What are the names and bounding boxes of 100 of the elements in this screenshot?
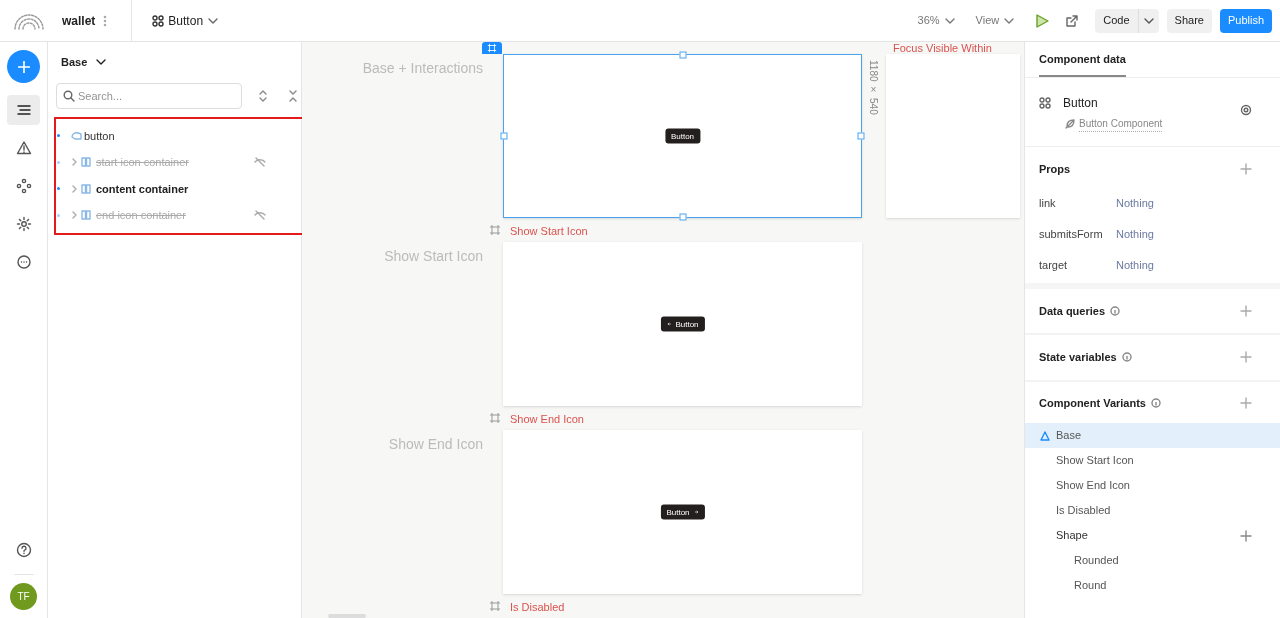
- collapse-icon[interactable]: [288, 89, 298, 102]
- prop-name: link: [1039, 195, 1057, 211]
- artboard[interactable]: Button: [503, 242, 862, 406]
- variant-label: Rounded: [1074, 553, 1119, 569]
- variant-item[interactable]: Show End Icon: [1025, 473, 1280, 498]
- component-data-tab[interactable]: Component data: [1039, 50, 1126, 77]
- prop-value[interactable]: Nothing: [1116, 225, 1154, 243]
- variant-item[interactable]: Is Disabled: [1025, 498, 1280, 523]
- info-icon: [1150, 397, 1161, 408]
- settings-icon[interactable]: [1240, 104, 1252, 116]
- add-icon[interactable]: [1240, 163, 1252, 176]
- info-icon: [1121, 352, 1132, 363]
- tree-item-label: content container: [96, 181, 189, 197]
- frame-title[interactable]: Show Start Icon: [510, 223, 588, 240]
- variant-item[interactable]: Round: [1025, 573, 1280, 598]
- frame-icon: [489, 412, 501, 424]
- arrow-left-icon: [666, 321, 672, 327]
- resize-handle[interactable]: [857, 132, 865, 140]
- artboard[interactable]: Button: [503, 430, 862, 594]
- plus-icon: [16, 59, 31, 74]
- triangle-icon: [1040, 430, 1050, 441]
- outline-tab[interactable]: [7, 95, 40, 125]
- frame-title[interactable]: Is Disabled: [510, 599, 565, 616]
- chevron-right-icon[interactable]: [70, 158, 78, 167]
- variant-label: Shape: [1056, 528, 1088, 544]
- code-button[interactable]: Code: [1095, 8, 1138, 33]
- section-title: Data queries: [1039, 303, 1106, 319]
- info-icon: [1110, 305, 1121, 316]
- component-dropdown[interactable]: Button: [168, 11, 220, 30]
- variant-label: Is Disabled: [1056, 503, 1111, 519]
- frame-title[interactable]: Focus Visible Within: [893, 42, 992, 57]
- warning-icon: [15, 140, 32, 156]
- share-button[interactable]: Share: [1166, 8, 1212, 33]
- eye-off-icon[interactable]: [254, 210, 266, 221]
- components-icon: [15, 178, 32, 194]
- search-icon: [63, 89, 75, 102]
- variant-item[interactable]: Base: [1025, 423, 1280, 448]
- chevron-right-icon[interactable]: [70, 184, 78, 193]
- variant-item[interactable]: Show Start Icon: [1025, 448, 1280, 473]
- expand-icon[interactable]: [258, 89, 268, 102]
- add-icon[interactable]: [1240, 304, 1252, 317]
- view-dropdown[interactable]: View: [975, 12, 1016, 29]
- prop-value[interactable]: Nothing: [1116, 194, 1154, 212]
- external-link-icon[interactable]: [1065, 13, 1080, 28]
- variant-label: Show End Icon: [1056, 478, 1130, 494]
- tree-item[interactable]: button: [56, 122, 305, 149]
- component-description[interactable]: Button Component: [1079, 116, 1163, 132]
- outline-icon: [15, 102, 32, 118]
- more-icon: [15, 254, 32, 270]
- dimensions-label: 1180 × 540: [867, 60, 880, 115]
- frame-title[interactable]: Show End Icon: [510, 411, 584, 428]
- artboard[interactable]: Button: [503, 54, 862, 218]
- component-icon: [152, 14, 165, 27]
- section-title: State variables: [1039, 350, 1117, 365]
- add-button[interactable]: [7, 50, 40, 83]
- project-name[interactable]: wallet: [62, 11, 96, 30]
- variant-item[interactable]: Rounded: [1025, 548, 1280, 573]
- feather-icon: [1065, 119, 1075, 129]
- tree-item[interactable]: content container: [56, 175, 305, 202]
- preview-button: Button: [664, 128, 701, 144]
- resize-handle[interactable]: [679, 51, 686, 59]
- add-icon[interactable]: [1240, 529, 1252, 542]
- section-title: Props: [1039, 162, 1071, 177]
- zoom-dropdown[interactable]: 36%: [917, 12, 956, 29]
- variant-dropdown[interactable]: Base: [61, 54, 108, 71]
- add-icon[interactable]: [1240, 351, 1252, 364]
- preview-button: Button: [660, 504, 705, 520]
- prop-value[interactable]: Nothing: [1116, 256, 1154, 274]
- chevron-right-icon[interactable]: [70, 211, 78, 220]
- columns-icon: [81, 183, 91, 194]
- component-hand-icon: [70, 129, 84, 142]
- component-name: Button: [1063, 95, 1098, 112]
- play-icon[interactable]: [1035, 12, 1050, 29]
- frame-icon: [489, 224, 501, 236]
- preview-button: Button: [660, 316, 705, 332]
- add-icon[interactable]: [1240, 396, 1252, 409]
- tree-item-label: end icon container: [96, 208, 186, 223]
- tree-item-label: button: [84, 128, 115, 144]
- resize-handle[interactable]: [679, 213, 686, 221]
- row-label: Base + Interactions: [361, 59, 483, 78]
- help-icon[interactable]: [15, 542, 32, 558]
- variant-label: Round: [1074, 578, 1107, 594]
- frame-icon: [489, 600, 501, 612]
- prop-name: submitsForm: [1039, 226, 1104, 242]
- settings-icon: [15, 216, 32, 232]
- variant-item[interactable]: Shape: [1025, 523, 1280, 548]
- arrow-right-icon: [693, 509, 699, 515]
- row-label: Show Start Icon: [383, 247, 483, 266]
- search-field[interactable]: Search...: [56, 82, 242, 109]
- frame-tag-icon[interactable]: [482, 42, 502, 54]
- tree-item-label: start icon container: [96, 155, 189, 170]
- variant-label: Show Start Icon: [1056, 453, 1134, 469]
- columns-icon: [81, 210, 91, 221]
- section-title: Component Variants: [1039, 395, 1146, 411]
- row-label: Show End Icon: [387, 435, 483, 454]
- variant-label: Base: [1056, 428, 1082, 444]
- columns-icon: [81, 157, 91, 168]
- more-vertical-icon[interactable]: [103, 14, 108, 27]
- eye-off-icon[interactable]: [254, 157, 266, 168]
- resize-handle[interactable]: [500, 132, 508, 140]
